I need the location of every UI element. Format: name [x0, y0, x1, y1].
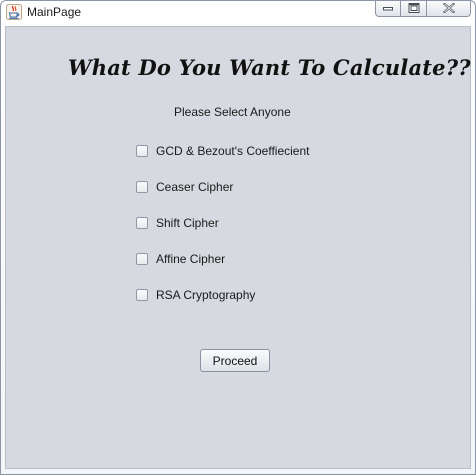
title-bar[interactable]: MainPage — [1, 1, 475, 25]
option-label: Affine Cipher — [156, 252, 226, 266]
restore-button[interactable] — [401, 1, 427, 17]
option-label: RSA Cryptography — [156, 288, 256, 302]
option-label: GCD & Bezout's Coeffiecient — [156, 144, 310, 158]
content-panel: What Do You Want To Calculate?? Please S… — [5, 26, 471, 469]
window-title: MainPage — [27, 5, 82, 19]
window-controls — [375, 1, 471, 18]
option-label: Shift Cipher — [156, 216, 219, 230]
main-window: MainPage What Do You Want To Calculate??… — [0, 0, 476, 475]
option-rsa-cryptography[interactable]: RSA Cryptography — [136, 287, 255, 303]
option-shift-cipher[interactable]: Shift Cipher — [136, 215, 219, 231]
instruction-label: Please Select Anyone — [174, 105, 291, 119]
page-title: What Do You Want To Calculate?? — [68, 55, 471, 80]
option-affine-cipher[interactable]: Affine Cipher — [136, 251, 225, 267]
option-ceaser-cipher[interactable]: Ceaser Cipher — [136, 179, 233, 195]
option-gcd-bezout[interactable]: GCD & Bezout's Coeffiecient — [136, 143, 309, 159]
restore-icon — [408, 3, 419, 13]
checkbox[interactable] — [136, 253, 148, 265]
checkbox[interactable] — [136, 289, 148, 301]
checkbox[interactable] — [136, 217, 148, 229]
checkbox[interactable] — [136, 145, 148, 157]
minimize-icon — [383, 7, 393, 11]
close-icon — [442, 3, 455, 13]
option-label: Ceaser Cipher — [156, 180, 234, 194]
close-button[interactable] — [427, 1, 471, 17]
minimize-button[interactable] — [375, 1, 401, 17]
checkbox[interactable] — [136, 181, 148, 193]
java-cup-icon — [6, 4, 22, 20]
proceed-button[interactable]: Proceed — [200, 349, 270, 372]
